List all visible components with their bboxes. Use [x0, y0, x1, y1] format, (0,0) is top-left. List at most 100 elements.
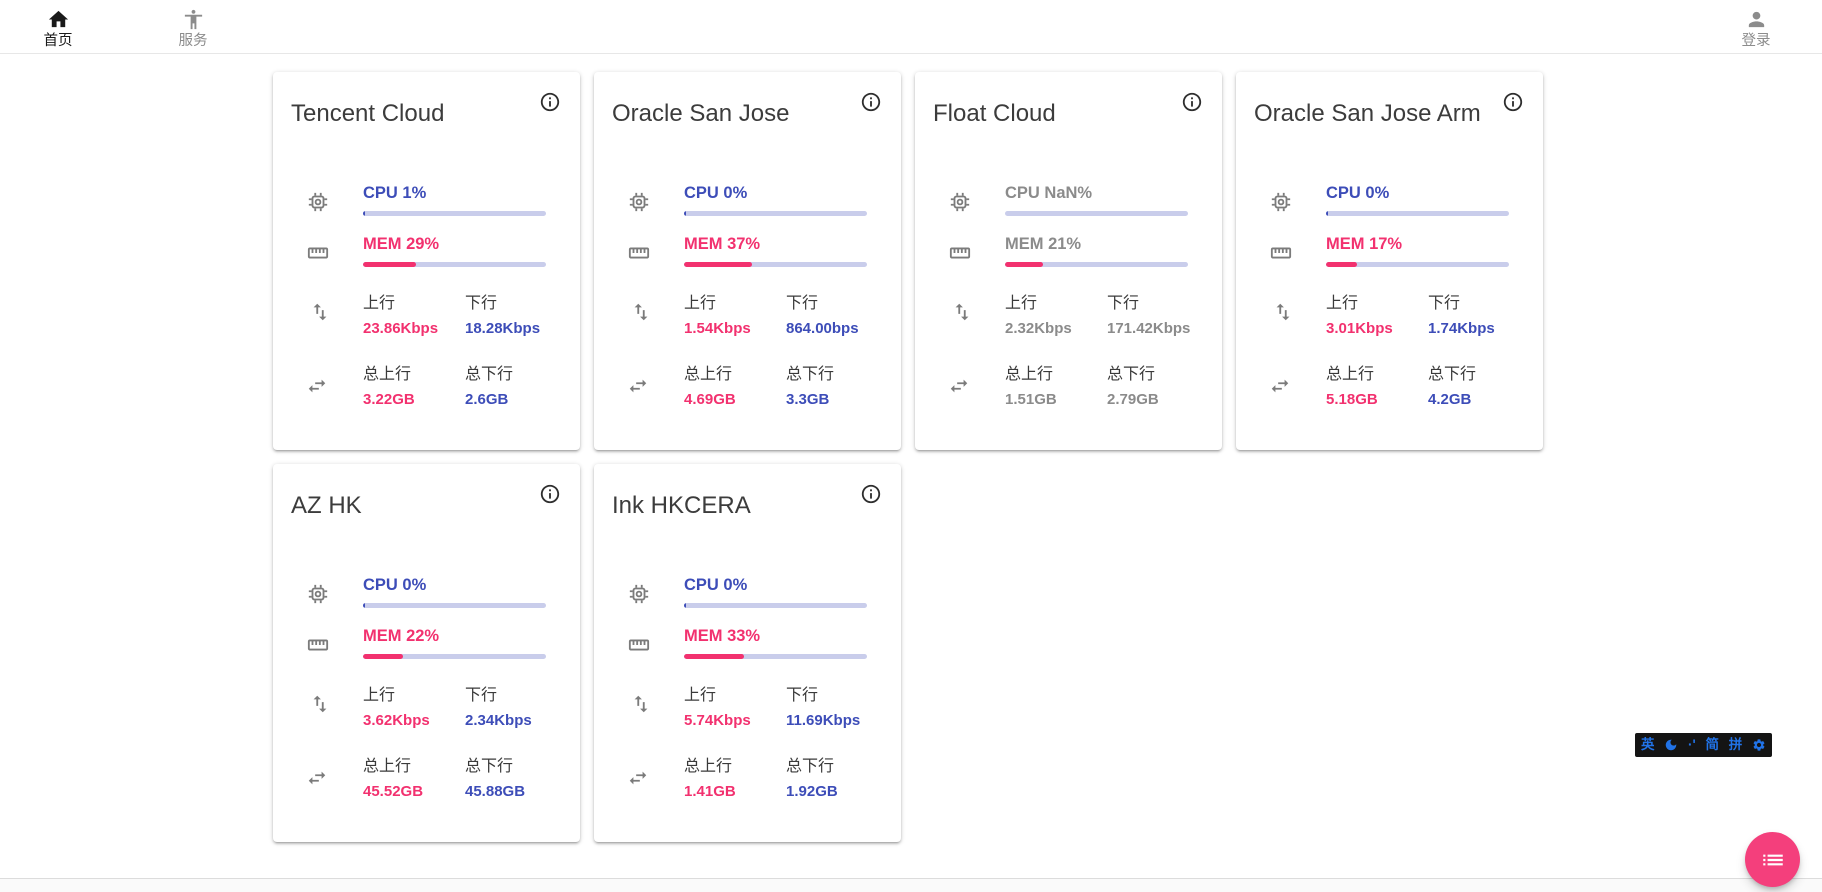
- upload-label: 上行: [1005, 294, 1105, 313]
- info-button[interactable]: [538, 91, 562, 115]
- nav-item-services[interactable]: 服务: [161, 8, 225, 49]
- total-upload-label: 总上行: [363, 757, 463, 776]
- download-label: 下行: [1428, 294, 1528, 313]
- ime-status-bar: 英 ·' 简 拼: [1635, 733, 1772, 757]
- mem-usage-text: MEM 29%: [363, 235, 439, 254]
- updown-arrows-icon: [1272, 301, 1294, 323]
- upload-label: 上行: [363, 686, 463, 705]
- nav-services-label: 服务: [179, 33, 208, 49]
- total-upload-value: 45.52GB: [363, 783, 463, 800]
- server-name: AZ HK: [291, 492, 362, 520]
- server-name: Oracle San Jose: [612, 100, 789, 128]
- mem-progress-fill: [684, 654, 744, 659]
- net-upload: 上行 5.74Kbps: [684, 686, 784, 729]
- download-label: 下行: [786, 294, 886, 313]
- download-speed: 2.34Kbps: [465, 712, 565, 729]
- leftright-arrows-icon: [306, 375, 328, 397]
- server-list-fab[interactable]: [1745, 832, 1800, 887]
- cpu-chip-icon: [1270, 191, 1292, 213]
- cpu-chip-icon: [307, 583, 329, 605]
- settings-gear-icon[interactable]: [1752, 738, 1766, 752]
- upload-label: 上行: [1326, 294, 1426, 313]
- total-upload-label: 总上行: [684, 757, 784, 776]
- net-download: 下行 11.69Kbps: [786, 686, 886, 729]
- server-card: Oracle San Jose Arm CPU 0% MEM 17% 上行 3.…: [1236, 72, 1543, 450]
- cpu-progress-bar: [684, 603, 867, 608]
- info-button[interactable]: [859, 91, 883, 115]
- mem-progress-bar: [1005, 262, 1188, 267]
- cpu-progress-bar: [1326, 211, 1509, 216]
- total-upload-value: 1.51GB: [1005, 391, 1105, 408]
- cpu-chip-icon: [307, 191, 329, 213]
- total-download-value: 1.92GB: [786, 783, 886, 800]
- ruler-icon: [307, 242, 329, 264]
- download-speed: 864.00bps: [786, 320, 886, 337]
- download-speed: 171.42Kbps: [1107, 320, 1207, 337]
- info-button[interactable]: [1501, 91, 1525, 115]
- upload-speed: 23.86Kbps: [363, 320, 463, 337]
- info-icon: [539, 91, 561, 113]
- total-upload-value: 4.69GB: [684, 391, 784, 408]
- cpu-usage-text: CPU 1%: [363, 184, 426, 203]
- server-name: Tencent Cloud: [291, 100, 444, 128]
- total-upload: 总上行 3.22GB: [363, 365, 463, 408]
- crescent-moon-icon[interactable]: [1664, 738, 1678, 752]
- leftright-arrows-icon: [627, 375, 649, 397]
- updown-arrows-icon: [630, 301, 652, 323]
- net-upload: 上行 3.62Kbps: [363, 686, 463, 729]
- total-download: 总下行 4.2GB: [1428, 365, 1528, 408]
- mem-usage-text: MEM 33%: [684, 627, 760, 646]
- info-icon: [1181, 91, 1203, 113]
- person-icon: [1745, 8, 1768, 31]
- ime-language-toggle[interactable]: 英: [1641, 738, 1655, 752]
- list-icon: [1760, 847, 1786, 873]
- upload-speed: 2.32Kbps: [1005, 320, 1105, 337]
- updown-arrows-icon: [309, 693, 331, 715]
- ime-punctuation-toggle[interactable]: ·': [1688, 738, 1696, 752]
- updown-arrows-icon: [951, 301, 973, 323]
- download-label: 下行: [465, 686, 565, 705]
- net-download: 下行 1.74Kbps: [1428, 294, 1528, 337]
- nav-item-login[interactable]: 登录: [1724, 8, 1788, 49]
- info-button[interactable]: [1180, 91, 1204, 115]
- ime-pinyin-toggle[interactable]: 拼: [1729, 738, 1743, 752]
- server-name: Float Cloud: [933, 100, 1056, 128]
- total-upload-value: 1.41GB: [684, 783, 784, 800]
- mem-progress-fill: [1005, 262, 1043, 267]
- top-nav: 首页 服务 登录: [0, 0, 1822, 54]
- total-download: 总下行 2.79GB: [1107, 365, 1207, 408]
- mem-usage-text: MEM 21%: [1005, 235, 1081, 254]
- mem-progress-bar: [1326, 262, 1509, 267]
- total-download-label: 总下行: [1107, 365, 1207, 384]
- cpu-progress-bar: [1005, 211, 1188, 216]
- net-download: 下行 2.34Kbps: [465, 686, 565, 729]
- net-download: 下行 171.42Kbps: [1107, 294, 1207, 337]
- server-card: Float Cloud CPU NaN% MEM 21% 上行 2.32Kbps…: [915, 72, 1222, 450]
- total-upload: 总上行 5.18GB: [1326, 365, 1426, 408]
- server-name: Oracle San Jose Arm: [1254, 100, 1481, 128]
- cpu-progress-fill: [1326, 211, 1328, 216]
- mem-progress-bar: [684, 262, 867, 267]
- server-name: Ink HKCERA: [612, 492, 751, 520]
- nav-item-home[interactable]: 首页: [26, 8, 90, 49]
- upload-label: 上行: [684, 686, 784, 705]
- mem-progress-fill: [363, 262, 416, 267]
- leftright-arrows-icon: [1269, 375, 1291, 397]
- net-upload: 上行 3.01Kbps: [1326, 294, 1426, 337]
- cpu-progress-fill: [684, 211, 686, 216]
- mem-progress-fill: [363, 654, 403, 659]
- info-button[interactable]: [859, 483, 883, 507]
- cpu-progress-fill: [363, 603, 365, 608]
- ime-simplified-toggle[interactable]: 简: [1705, 738, 1719, 752]
- leftright-arrows-icon: [306, 767, 328, 789]
- info-icon: [539, 483, 561, 505]
- download-speed: 11.69Kbps: [786, 712, 886, 729]
- ruler-icon: [949, 242, 971, 264]
- updown-arrows-icon: [630, 693, 652, 715]
- mem-progress-bar: [363, 654, 546, 659]
- info-icon: [860, 91, 882, 113]
- total-download-value: 45.88GB: [465, 783, 565, 800]
- download-speed: 18.28Kbps: [465, 320, 565, 337]
- info-button[interactable]: [538, 483, 562, 507]
- download-label: 下行: [465, 294, 565, 313]
